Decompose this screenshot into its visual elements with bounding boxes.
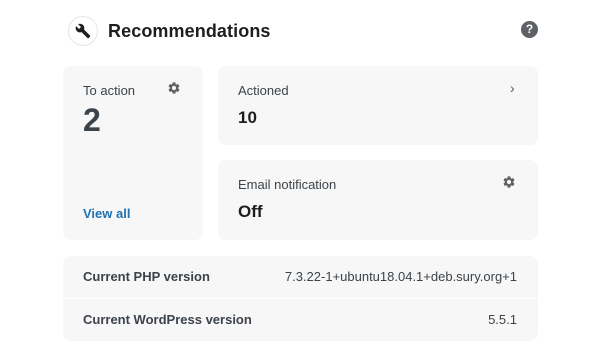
actioned-card[interactable]: Actioned › 10 [218, 66, 538, 145]
wordpress-version-row: Current WordPress version 5.5.1 [63, 299, 538, 341]
email-notification-value: Off [238, 202, 263, 221]
php-version-row: Current PHP version 7.3.22-1+ubuntu18.04… [63, 256, 538, 298]
to-action-label: To action [83, 83, 136, 98]
to-action-card: To action 2 View all [63, 66, 203, 240]
wrench-icon [68, 16, 98, 46]
wordpress-version-label: Current WordPress version [83, 312, 252, 327]
recommendations-widget: Recommendations ? To action 2 View all A… [0, 0, 610, 362]
gear-icon[interactable] [167, 81, 181, 95]
chevron-right-icon[interactable]: › [510, 80, 515, 96]
php-version-label: Current PHP version [83, 269, 210, 284]
gear-icon[interactable] [502, 175, 516, 189]
php-version-value: 7.3.22-1+ubuntu18.04.1+deb.sury.org+1 [284, 269, 517, 284]
actioned-count: 10 [238, 108, 257, 127]
view-all-link[interactable]: View all [83, 206, 130, 221]
email-notification-card: Email notification Off [218, 160, 538, 240]
to-action-count: 2 [83, 102, 101, 138]
widget-header: Recommendations ? [68, 16, 540, 48]
wordpress-version-value: 5.5.1 [488, 312, 517, 327]
email-notification-label: Email notification [238, 177, 337, 192]
question-icon[interactable]: ? [521, 21, 538, 38]
actioned-label: Actioned [238, 83, 289, 98]
page-title: Recommendations [108, 21, 271, 41]
